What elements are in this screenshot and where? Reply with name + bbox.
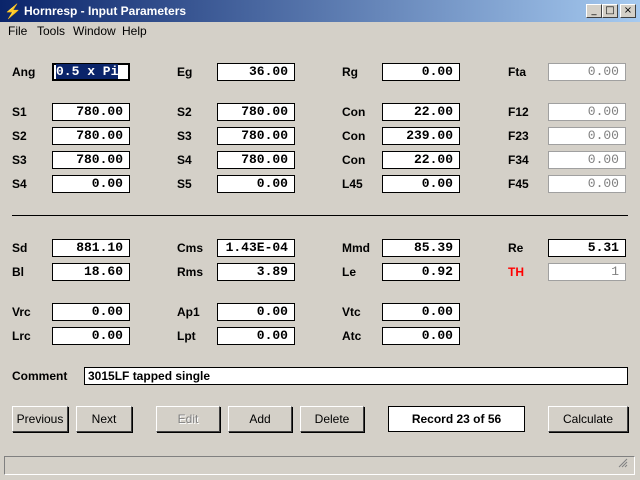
fta-field: 0.00 xyxy=(548,63,626,81)
menu-bar: File Tools Window Help xyxy=(0,22,640,40)
rms-label: Rms xyxy=(177,265,204,279)
add-button[interactable]: Add xyxy=(228,406,292,432)
maximize-button[interactable]: □ xyxy=(602,4,618,18)
con3-label: Con xyxy=(342,153,366,167)
con1-label: Con xyxy=(342,105,366,119)
lpt-label: Lpt xyxy=(177,329,196,343)
th-field: 1 xyxy=(548,263,626,281)
rms-field[interactable]: 3.89 xyxy=(217,263,295,281)
bl-label: Bl xyxy=(12,265,24,279)
eg-label: Eg xyxy=(177,65,193,79)
mmd-field[interactable]: 85.39 xyxy=(382,239,460,257)
sd-label: Sd xyxy=(12,241,28,255)
cms-label: Cms xyxy=(177,241,204,255)
menu-file[interactable]: File xyxy=(8,24,27,38)
rg-field[interactable]: 0.00 xyxy=(382,63,460,81)
atc-label: Atc xyxy=(342,329,362,343)
eg-field[interactable]: 36.00 xyxy=(217,63,295,81)
vrc-label: Vrc xyxy=(12,305,31,319)
s2-label: S2 xyxy=(12,129,27,143)
menu-tools[interactable]: Tools xyxy=(37,24,65,38)
re-field[interactable]: 5.31 xyxy=(548,239,626,257)
s2-seg1-field[interactable]: 780.00 xyxy=(217,103,295,121)
title-bar[interactable]: ⚡ Hornresp - Input Parameters _ □ × xyxy=(0,0,640,22)
section-divider xyxy=(12,215,628,216)
vrc-field[interactable]: 0.00 xyxy=(52,303,130,321)
bl-field[interactable]: 18.60 xyxy=(52,263,130,281)
th-label[interactable]: TH xyxy=(508,265,524,279)
le-label: Le xyxy=(342,265,357,279)
f34-field: 0.00 xyxy=(548,151,626,169)
edit-button: Edit xyxy=(156,406,220,432)
vtc-field[interactable]: 0.00 xyxy=(382,303,460,321)
lrc-label: Lrc xyxy=(12,329,31,343)
con3-field[interactable]: 22.00 xyxy=(382,151,460,169)
previous-button[interactable]: Previous xyxy=(12,406,68,432)
cms-field[interactable]: 1.43E-04 xyxy=(217,239,295,257)
s5-label: S5 xyxy=(177,177,192,191)
f23-label: F23 xyxy=(508,129,529,143)
l45-field[interactable]: 0.00 xyxy=(382,175,460,193)
l45-label: L45 xyxy=(342,177,363,191)
close-button[interactable]: × xyxy=(620,4,636,18)
status-bar xyxy=(4,456,635,475)
re-label: Re xyxy=(508,241,524,255)
s3-field[interactable]: 780.00 xyxy=(52,151,130,169)
le-field[interactable]: 0.92 xyxy=(382,263,460,281)
s4-seg3-label: S4 xyxy=(177,153,192,167)
s4-label: S4 xyxy=(12,177,27,191)
s2-seg1-label: S2 xyxy=(177,105,192,119)
calculate-button[interactable]: Calculate xyxy=(548,406,628,432)
ap1-label: Ap1 xyxy=(177,305,200,319)
s1-field[interactable]: 780.00 xyxy=(52,103,130,121)
rg-label: Rg xyxy=(342,65,358,79)
sd-field[interactable]: 881.10 xyxy=(52,239,130,257)
f12-label: F12 xyxy=(508,105,529,119)
s3-label: S3 xyxy=(12,153,27,167)
ap1-field[interactable]: 0.00 xyxy=(217,303,295,321)
comment-field[interactable]: 3015LF tapped single xyxy=(84,367,628,385)
menu-window[interactable]: Window xyxy=(73,24,116,38)
s5-field[interactable]: 0.00 xyxy=(217,175,295,193)
s4-seg3-field[interactable]: 780.00 xyxy=(217,151,295,169)
s3-seg2-label: S3 xyxy=(177,129,192,143)
vtc-label: Vtc xyxy=(342,305,361,319)
mmd-label: Mmd xyxy=(342,241,370,255)
s3-seg2-field[interactable]: 780.00 xyxy=(217,127,295,145)
s4-field[interactable]: 0.00 xyxy=(52,175,130,193)
resize-grip-icon[interactable] xyxy=(618,458,628,468)
next-button[interactable]: Next xyxy=(76,406,132,432)
window-title: Hornresp - Input Parameters xyxy=(24,4,187,18)
comment-label: Comment xyxy=(12,369,68,383)
fta-label: Fta xyxy=(508,65,526,79)
f45-label: F45 xyxy=(508,177,529,191)
f23-field: 0.00 xyxy=(548,127,626,145)
lightning-icon: ⚡ xyxy=(4,3,22,19)
ang-field[interactable]: 0.5 x Pi xyxy=(52,63,130,81)
f45-field: 0.00 xyxy=(548,175,626,193)
lrc-field[interactable]: 0.00 xyxy=(52,327,130,345)
menu-help[interactable]: Help xyxy=(122,24,147,38)
minimize-button[interactable]: _ xyxy=(586,4,602,18)
s1-label: S1 xyxy=(12,105,27,119)
lpt-field[interactable]: 0.00 xyxy=(217,327,295,345)
f12-field: 0.00 xyxy=(548,103,626,121)
atc-field[interactable]: 0.00 xyxy=(382,327,460,345)
s2-field[interactable]: 780.00 xyxy=(52,127,130,145)
delete-button[interactable]: Delete xyxy=(300,406,364,432)
con1-field[interactable]: 22.00 xyxy=(382,103,460,121)
con2-label: Con xyxy=(342,129,366,143)
record-indicator: Record 23 of 56 xyxy=(388,406,525,432)
ang-label: Ang xyxy=(12,65,36,79)
con2-field[interactable]: 239.00 xyxy=(382,127,460,145)
f34-label: F34 xyxy=(508,153,529,167)
